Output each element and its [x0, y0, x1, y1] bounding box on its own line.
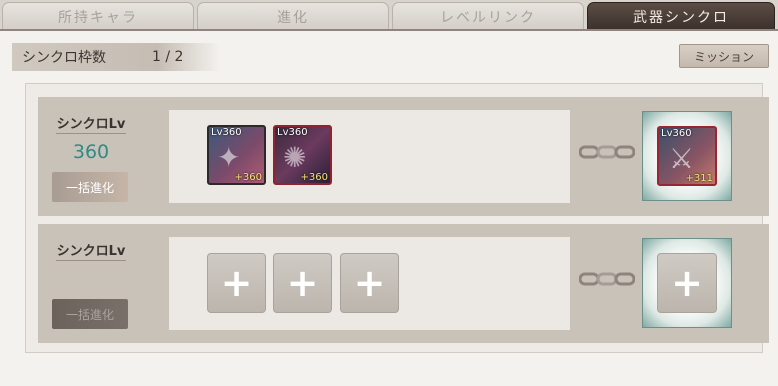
plus-icon: + — [353, 261, 386, 305]
divider — [56, 260, 126, 261]
plus-icon: + — [286, 261, 319, 305]
bulk-evolve-button[interactable]: 一括進化 — [52, 299, 128, 329]
sync-slot-label: シンクロ枠数 — [22, 50, 106, 66]
sync-lv-box: シンクロLv 360 一括進化 — [52, 105, 130, 205]
sword-weapon-icon: ⚔ — [669, 142, 695, 175]
sync-lv-label: シンクロLv — [56, 244, 126, 259]
bulk-evolve-button[interactable]: 一括進化 — [52, 172, 128, 202]
crossbow-weapon-icon: ✦ — [217, 141, 241, 174]
material-area: + + + — [169, 237, 570, 330]
add-result-button[interactable]: + — [657, 253, 717, 313]
card-level: Lv360 — [277, 127, 308, 138]
material-weapon-card[interactable]: ✺ Lv360 +360 — [273, 125, 332, 185]
tab-owned-characters[interactable]: 所持キャラ — [2, 2, 194, 30]
card-plus-value: +360 — [234, 172, 262, 183]
card-level: Lv360 — [661, 128, 692, 139]
add-material-button[interactable]: + — [273, 253, 332, 313]
sync-lv-label: シンクロLv — [56, 117, 126, 132]
material-weapon-card[interactable]: ✦ Lv360 +360 — [207, 125, 266, 185]
tab-level-link[interactable]: レベルリンク — [392, 2, 584, 30]
dark-orb-weapon-icon: ✺ — [283, 141, 307, 174]
sync-lv-box: シンクロLv 一括進化 — [52, 232, 130, 332]
tab-weapon-sync[interactable]: 武器シンクロ — [587, 2, 775, 30]
material-area: ✦ Lv360 +360 ✺ Lv360 +360 — [169, 110, 570, 203]
card-plus-value: +360 — [300, 172, 328, 183]
plus-icon: + — [671, 261, 703, 305]
divider — [56, 133, 126, 134]
sync-row-1: シンクロLv 360 一括進化 ✦ Lv360 +360 ✺ Lv360 +36… — [38, 97, 769, 216]
tab-bar: 所持キャラ 進化 レベルリンク 武器シンクロ — [0, 0, 778, 30]
add-material-button[interactable]: + — [207, 253, 266, 313]
result-weapon-card[interactable]: ⚔ Lv360 +311 — [657, 126, 717, 186]
chain-link-icon — [579, 145, 635, 159]
sync-slot-value: 1 / 2 — [152, 49, 184, 65]
chain-link-icon — [579, 272, 635, 286]
add-material-button[interactable]: + — [340, 253, 399, 313]
card-level: Lv360 — [211, 127, 242, 138]
sync-row-2: シンクロLv 一括進化 + + + + — [38, 224, 769, 343]
plus-icon: + — [220, 261, 253, 305]
sync-lv-value: 360 — [72, 141, 110, 163]
card-plus-value: +311 — [685, 173, 713, 184]
mission-button[interactable]: ミッション — [679, 44, 769, 68]
tab-evolution[interactable]: 進化 — [197, 2, 389, 30]
sync-slot-count: シンクロ枠数 1 / 2 — [12, 43, 220, 71]
